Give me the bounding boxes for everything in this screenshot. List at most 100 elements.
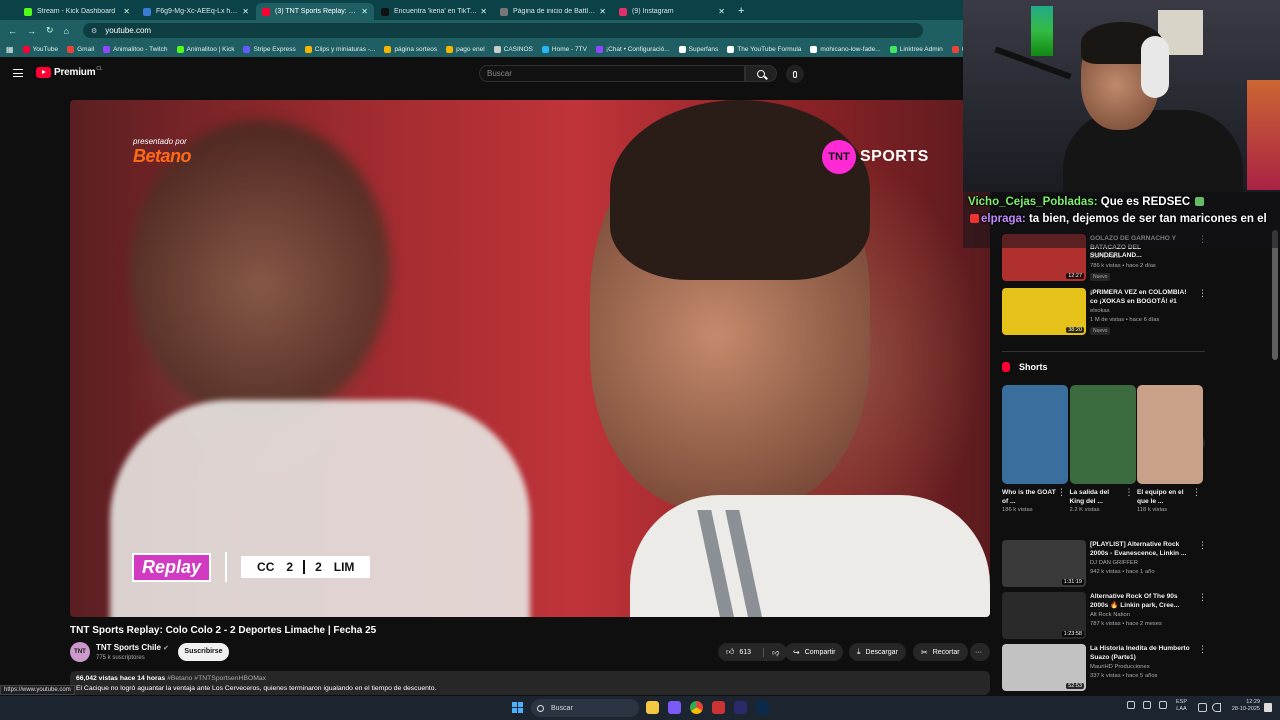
forward-icon[interactable]: → — [27, 26, 36, 36]
video-channel[interactable]: DJ DAN GRIFFER — [1090, 560, 1138, 566]
bookmark-item[interactable]: ¡Chat • Configuració... — [595, 45, 670, 53]
tab-close-icon[interactable]: ✕ — [599, 7, 606, 16]
browser-tab[interactable]: Stream - Kick Dashboard ✕ — [18, 3, 136, 20]
page-scrollbar[interactable] — [1272, 230, 1278, 360]
recommended-video[interactable]: 1:31:19 [PLAYLIST] Alternative Rock 2000s… — [1002, 540, 1205, 588]
short-title[interactable]: Who is the GOAT of ... — [1002, 488, 1056, 506]
bookmark-item[interactable]: Animalitoo - Twitch — [103, 45, 168, 53]
more-options-icon[interactable]: ⋮ — [1192, 488, 1201, 497]
taskbar-clock[interactable]: 12:29 28-10-2025 — [1226, 699, 1260, 713]
bookmark-item[interactable]: página sorteos — [384, 45, 437, 53]
short-thumbnail[interactable] — [1137, 385, 1203, 484]
video-thumbnail[interactable]: 1:31:19 — [1002, 540, 1086, 587]
new-tab-button[interactable]: + — [738, 3, 744, 20]
more-actions-button[interactable]: ··· — [970, 643, 990, 661]
video-channel[interactable]: Alt Rock Nation — [1090, 612, 1130, 618]
browser-tab[interactable]: (9) Instagram ✕ — [613, 3, 731, 20]
channel-name[interactable]: TNT Sports Chile ✔ — [96, 643, 169, 652]
input-language[interactable]: ESP LAA — [1176, 699, 1187, 713]
reload-icon[interactable]: ↻ — [46, 25, 54, 36]
video-channel[interactable]: elxokas — [1090, 308, 1110, 314]
bookmark-item[interactable]: The YouTube Formula — [727, 45, 801, 53]
hamburger-menu-icon[interactable] — [13, 69, 23, 77]
bookmark-item[interactable]: Gmail — [67, 45, 94, 53]
tab-close-icon[interactable]: ✕ — [480, 7, 487, 16]
tab-close-icon[interactable]: ✕ — [123, 7, 130, 16]
site-info-icon[interactable]: ⚙ — [91, 27, 97, 35]
bookmark-item[interactable]: Linktree Admin — [889, 45, 943, 53]
recommended-video[interactable]: 1:23:58 Alternative Rock Of The 90s 2000s… — [1002, 592, 1205, 640]
browser-tab[interactable]: Página de inicio de Battlefield™✕ — [494, 3, 612, 20]
taskbar-search[interactable]: Buscar — [531, 699, 639, 717]
channel-avatar[interactable]: TNT — [70, 642, 90, 662]
volume-icon[interactable] — [1212, 703, 1221, 712]
apps-icon[interactable]: ▦ — [6, 45, 14, 54]
video-thumbnail[interactable]: 52:53 — [1002, 644, 1086, 691]
search-input[interactable]: Buscar — [479, 65, 745, 82]
short-item[interactable]: Who is the GOAT of ... 186 k vistas ⋮ — [1002, 385, 1068, 513]
browser-tab[interactable]: (3) TNT Sports Replay: Colo Col✕ — [256, 3, 374, 20]
video-title[interactable]: La Historia Inedita de Humberto Suazo (P… — [1090, 645, 1194, 662]
tab-close-icon[interactable]: ✕ — [361, 7, 368, 16]
short-thumbnail[interactable] — [1069, 385, 1136, 484]
tab-close-icon[interactable]: ✕ — [718, 7, 725, 16]
windows-start-icon[interactable] — [512, 702, 523, 713]
premiere-icon[interactable] — [734, 701, 747, 714]
tray-app-icon[interactable] — [1159, 701, 1167, 709]
description-box[interactable]: 66,042 vistas hace 14 horas #Betano #TNT… — [70, 671, 990, 695]
browser-tab[interactable]: Encuentra 'keria' en TikTok | Bu✕ — [375, 3, 493, 20]
more-options-icon[interactable]: ⋮ — [1057, 488, 1066, 497]
bookmark-item[interactable]: YouTube — [22, 45, 58, 53]
video-channel[interactable]: MauriHD Producciones — [1090, 664, 1150, 670]
video-channel[interactable]: ESPN Fans — [1090, 254, 1120, 260]
discord-icon[interactable] — [668, 701, 681, 714]
short-item[interactable]: El equipo en el que le ... 118 k vistas ⋮ — [1137, 385, 1203, 513]
bookmark-item[interactable]: Superfans — [678, 45, 718, 53]
thumbs-down-icon[interactable]: 👎︎ — [763, 647, 779, 657]
browser-tab[interactable]: F6g9-Mg-Xc-AEEq-Lx hosted a✕ — [137, 3, 255, 20]
more-options-icon[interactable]: ⋮ — [1125, 488, 1134, 497]
voice-search-button[interactable] — [786, 65, 804, 83]
like-button[interactable]: 👍︎ 613 👎︎ — [718, 643, 788, 661]
more-options-icon[interactable]: ⋮ — [1198, 289, 1205, 298]
recommended-video[interactable]: 52:53 La Historia Inedita de Humberto Sua… — [1002, 644, 1205, 692]
clip-button[interactable]: ✂ Recortar — [913, 643, 968, 661]
short-title[interactable]: La salida del King del ... — [1070, 488, 1124, 506]
url-field[interactable]: ⚙ youtube.com — [82, 23, 923, 38]
video-title[interactable]: [PLAYLIST] Alternative Rock 2000s - Evan… — [1090, 541, 1194, 558]
video-player[interactable]: presentado por Betano TNT SPORTS Replay … — [70, 100, 990, 617]
tray-chevron-icon[interactable] — [1127, 701, 1135, 709]
home-icon[interactable]: ⌂ — [64, 26, 69, 36]
tray-app-icon[interactable] — [1143, 701, 1151, 709]
more-options-icon[interactable]: ⋮ — [1198, 593, 1205, 602]
more-options-icon[interactable]: ⋮ — [1198, 645, 1205, 654]
back-icon[interactable]: ← — [8, 26, 17, 36]
description-tags[interactable]: #Betano #TNTSportsenHBOMax — [167, 675, 266, 682]
share-button[interactable]: ↪ Compartir — [785, 643, 844, 661]
notifications-icon[interactable] — [1264, 703, 1272, 712]
network-icon[interactable] — [1198, 703, 1207, 712]
media-app-icon[interactable] — [712, 701, 725, 714]
bookmark-item[interactable]: Stripe Express — [243, 45, 296, 53]
subscribe-button[interactable]: Suscribirse — [178, 643, 229, 661]
bookmark-item[interactable]: Home - 7TV — [541, 45, 587, 53]
bookmark-item[interactable]: pago enel — [446, 45, 485, 53]
file-explorer-icon[interactable] — [646, 701, 659, 714]
bookmark-item[interactable]: Clips y miniaturas -... — [304, 45, 375, 53]
short-item[interactable]: La salida del King del ... 2.2 K vistas ⋮ — [1069, 385, 1136, 513]
short-title[interactable]: El equipo en el que le ... — [1137, 488, 1191, 506]
video-title[interactable]: Alternative Rock Of The 90s 2000s 🔥 Link… — [1090, 593, 1194, 610]
tab-close-icon[interactable]: ✕ — [242, 7, 249, 16]
bookmark-item[interactable]: CASINOS — [493, 45, 533, 53]
more-options-icon[interactable]: ⋮ — [1198, 541, 1205, 550]
download-button[interactable]: ⤓ Descargar — [849, 643, 906, 661]
bookmark-item[interactable]: mohicano-low-fade... — [810, 45, 881, 53]
recommended-video[interactable]: 38:20 ¡PRIMERA VEZ en COLOMBIA! co ¡XOKAS… — [1002, 288, 1205, 336]
video-thumbnail[interactable]: 1:23:58 — [1002, 592, 1086, 639]
short-thumbnail[interactable] — [1002, 385, 1068, 484]
photoshop-icon[interactable] — [756, 701, 769, 714]
video-title[interactable]: ¡PRIMERA VEZ en COLOMBIA! co ¡XOKAS en B… — [1090, 289, 1194, 306]
youtube-premium-logo[interactable]: Premium CL — [36, 66, 103, 78]
video-thumbnail[interactable]: 38:20 — [1002, 288, 1086, 335]
bookmark-item[interactable]: Animalitoo | Kick — [176, 45, 234, 53]
